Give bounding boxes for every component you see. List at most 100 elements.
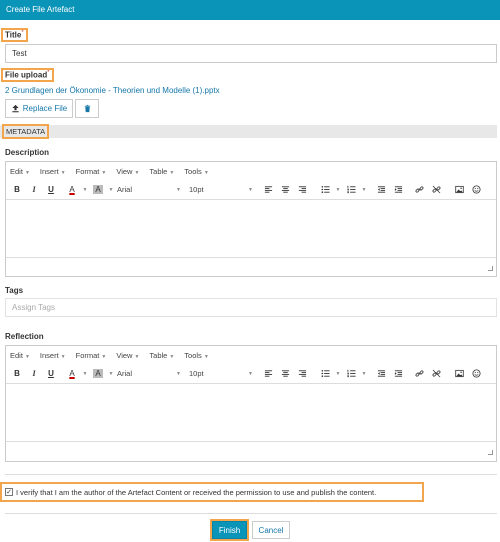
chevron-down-icon: ▼ [101, 169, 107, 176]
file-upload-label: File upload* [1, 68, 54, 82]
menu-tools[interactable]: Tools ▼ [184, 167, 208, 176]
font-size-select[interactable]: 10pt ▼ [189, 182, 255, 198]
menu-table-label: Table [149, 350, 168, 360]
chevron-down-icon[interactable]: ▼ [335, 182, 341, 198]
chevron-down-icon[interactable]: ▼ [361, 182, 367, 198]
reflection-menubar: Edit ▼ Insert ▼ Format ▼ View ▼ Table ▼ Tools… [6, 346, 496, 364]
chevron-down-icon[interactable]: ▼ [108, 182, 114, 198]
numbered-list-icon[interactable] [344, 182, 358, 198]
font-family-select[interactable]: Arial ▼ [117, 366, 183, 382]
bullet-list-icon[interactable] [318, 366, 332, 382]
dialog-title-bar: Create File Artefact [0, 0, 500, 20]
chevron-down-icon: ▼ [60, 169, 66, 176]
align-right-icon[interactable] [295, 366, 309, 382]
required-mark: * [21, 30, 24, 36]
outdent-icon[interactable] [374, 182, 388, 198]
bold-button[interactable]: B [10, 366, 24, 382]
menu-view[interactable]: View ▼ [116, 351, 139, 360]
align-center-icon[interactable] [278, 366, 292, 382]
finish-button[interactable]: Finish [210, 519, 249, 541]
align-center-icon[interactable] [278, 182, 292, 198]
description-label: Description [5, 148, 50, 157]
menu-insert[interactable]: Insert ▼ [40, 351, 66, 360]
cancel-button[interactable]: Cancel [252, 521, 290, 539]
author-consent-row[interactable]: ✓ I verify that I am the author of the A… [0, 482, 424, 502]
numbered-list-icon[interactable] [344, 366, 358, 382]
title-input-value: Test [12, 49, 27, 58]
resize-handle-icon[interactable] [488, 450, 493, 455]
menu-table[interactable]: Table ▼ [149, 167, 174, 176]
author-consent-checkbox[interactable]: ✓ [5, 488, 13, 496]
menu-insert[interactable]: Insert ▼ [40, 167, 66, 176]
italic-button[interactable]: I [27, 366, 41, 382]
font-family-select[interactable]: Arial ▼ [117, 182, 183, 198]
menu-format[interactable]: Format ▼ [76, 351, 107, 360]
menu-view-label: View [116, 350, 133, 360]
replace-file-button[interactable]: Replace File [5, 99, 73, 118]
chevron-down-icon[interactable]: ▼ [108, 366, 114, 382]
outdent-icon[interactable] [374, 366, 388, 382]
menu-insert-label: Insert [39, 350, 59, 360]
chevron-down-icon[interactable]: ▼ [82, 182, 88, 198]
chevron-down-icon[interactable]: ▼ [335, 366, 341, 382]
description-editor[interactable]: Edit ▼ Insert ▼ Format ▼ View ▼ Table ▼ Tools… [5, 161, 497, 277]
chevron-down-icon: ▼ [176, 186, 181, 193]
chevron-down-icon[interactable]: ▼ [361, 366, 367, 382]
bold-button[interactable]: B [10, 182, 24, 198]
image-icon[interactable] [452, 366, 466, 382]
resize-handle-icon[interactable] [488, 266, 493, 271]
text-color-button[interactable]: A [65, 182, 79, 198]
text-color-button[interactable]: A [65, 366, 79, 382]
menu-edit-label: Edit [10, 166, 23, 176]
align-left-icon[interactable] [261, 182, 275, 198]
indent-icon[interactable] [391, 182, 405, 198]
align-left-icon[interactable] [261, 366, 275, 382]
unlink-icon[interactable] [429, 182, 443, 198]
menu-format[interactable]: Format ▼ [76, 167, 107, 176]
menu-tools[interactable]: Tools ▼ [184, 351, 208, 360]
chevron-down-icon: ▼ [176, 370, 181, 377]
chevron-down-icon[interactable]: ▼ [82, 366, 88, 382]
menu-table[interactable]: Table ▼ [149, 351, 174, 360]
font-size-value: 10pt [189, 369, 204, 378]
emoticon-icon[interactable] [469, 182, 483, 198]
delete-file-button[interactable] [75, 99, 99, 118]
image-icon[interactable] [452, 182, 466, 198]
link-icon[interactable] [412, 366, 426, 382]
emoticon-icon[interactable] [469, 366, 483, 382]
metadata-label: METADATA [1, 124, 50, 139]
reflection-edit-area[interactable] [6, 384, 496, 442]
reflection-status-bar [6, 442, 496, 458]
trash-icon [84, 104, 90, 113]
description-edit-area[interactable] [6, 200, 496, 258]
bg-color-button[interactable]: A [91, 366, 105, 382]
menu-edit[interactable]: Edit ▼ [10, 351, 30, 360]
font-size-select[interactable]: 10pt ▼ [189, 366, 255, 382]
bg-color-button[interactable]: A [91, 182, 105, 198]
required-mark: * [47, 70, 50, 76]
underline-button[interactable]: U [44, 366, 58, 382]
link-icon[interactable] [412, 182, 426, 198]
font-family-value: Arial [117, 369, 133, 378]
menu-edit[interactable]: Edit ▼ [10, 167, 30, 176]
uploaded-file-link[interactable]: 2 Grundlagen der Ökonomie - Theorien und… [5, 86, 220, 95]
text-color-glyph: A [69, 185, 75, 194]
form-divider [5, 474, 497, 475]
chevron-down-icon: ▼ [134, 353, 140, 360]
indent-icon[interactable] [391, 366, 405, 382]
align-right-icon[interactable] [295, 182, 309, 198]
menu-tools-label: Tools [184, 350, 202, 360]
chevron-down-icon: ▼ [24, 353, 30, 360]
menu-format-label: Format [75, 350, 100, 360]
menu-view[interactable]: View ▼ [116, 167, 139, 176]
upload-icon [12, 104, 19, 113]
dialog-title: Create File Artefact [6, 5, 75, 14]
title-label-text: Title [5, 30, 22, 40]
reflection-editor[interactable]: Edit ▼ Insert ▼ Format ▼ View ▼ Table ▼ Tools… [5, 345, 497, 462]
title-input[interactable]: Test [5, 44, 497, 63]
italic-button[interactable]: I [27, 182, 41, 198]
unlink-icon[interactable] [429, 366, 443, 382]
tags-input[interactable]: Assign Tags [5, 298, 497, 317]
bullet-list-icon[interactable] [318, 182, 332, 198]
underline-button[interactable]: U [44, 182, 58, 198]
